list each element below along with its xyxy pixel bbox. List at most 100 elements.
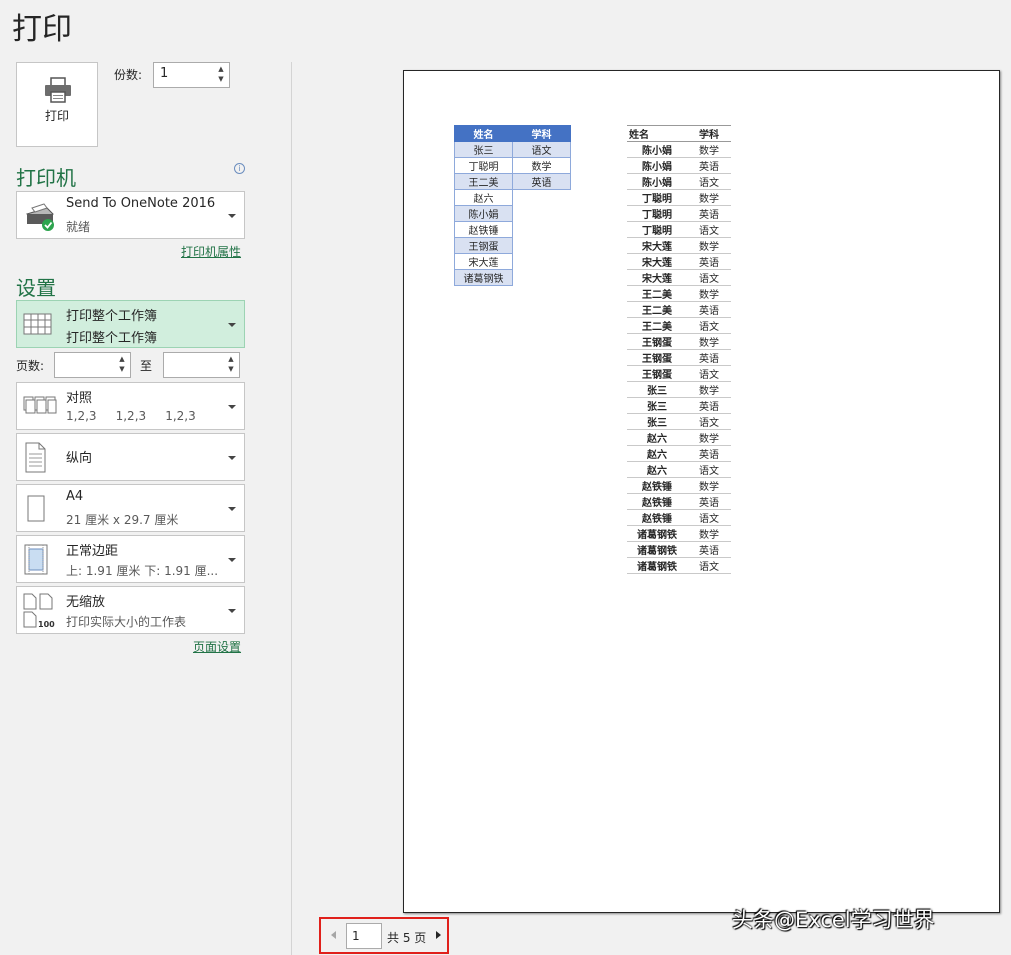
table-row: 陈小娟 英语	[627, 157, 731, 174]
table-row: 王钢蛋 数学	[627, 333, 731, 350]
table-cell: 赵铁锤	[454, 221, 513, 238]
table-cell: 王钢蛋	[627, 365, 687, 382]
pages-label: 页数:	[16, 359, 45, 373]
table-header-cell: 姓名	[627, 125, 687, 142]
pages-from-input[interactable]: ▲ ▼	[54, 352, 131, 378]
table-cell: 丁聪明	[627, 189, 687, 206]
table-row: 赵六 英语	[627, 445, 731, 462]
print-button[interactable]: 打印	[16, 62, 98, 147]
paper-icon	[27, 495, 45, 522]
table-row: 诸葛钢铁 数学	[627, 525, 731, 542]
table-row: 宋大莲 数学	[627, 237, 731, 254]
preview-table-1: 姓名 学科 张三 语文 丁聪明 数学 王二美 英语 赵六 陈小娟 赵铁锤 王钢蛋 宋大莲 诸葛钢铁	[454, 125, 571, 286]
paper-size-line1: A4	[66, 489, 84, 504]
info-icon[interactable]: i	[234, 163, 245, 174]
table-cell: 数学	[687, 141, 731, 158]
table-cell: 赵铁锤	[627, 493, 687, 510]
spinner-arrows-icon[interactable]: ▲ ▼	[226, 354, 236, 374]
chevron-down-icon	[228, 609, 236, 613]
table-row: 丁聪明 数学	[627, 189, 731, 206]
table-cell: 数学	[687, 285, 731, 302]
table-cell: 宋大莲	[627, 237, 687, 254]
table-cell: 语文	[687, 269, 731, 286]
watermark: 头条@Excel学习世界	[732, 908, 935, 932]
chevron-down-icon	[228, 507, 236, 511]
paper-size-line2: 21 厘米 x 29.7 厘米	[66, 513, 179, 527]
table-row: 赵六 语文	[627, 461, 731, 478]
table-row: 诸葛钢铁 英语	[627, 541, 731, 558]
table-cell: 诸葛钢铁	[627, 557, 687, 574]
table-cell: 王二美	[627, 301, 687, 318]
chevron-down-icon	[228, 456, 236, 460]
table-cell: 张三	[627, 381, 687, 398]
table-row: 陈小娟	[454, 205, 571, 222]
current-page-input[interactable]: 1	[346, 923, 382, 949]
table-header-cell: 姓名	[454, 125, 513, 142]
next-page-icon[interactable]	[436, 931, 441, 939]
table-row: 诸葛钢铁 语文	[627, 557, 731, 574]
spinner-arrows-icon[interactable]: ▲ ▼	[216, 64, 226, 84]
copies-spinner[interactable]: 1 ▲ ▼	[153, 62, 230, 88]
table-row: 宋大莲	[454, 253, 571, 270]
svg-text:100: 100	[38, 620, 55, 629]
scaling-select[interactable]: 100 无缩放 打印实际大小的工作表	[16, 586, 245, 634]
table-header-row: 姓名 学科	[627, 125, 731, 142]
printer-select[interactable]: Send To OneNote 2016 就绪	[16, 191, 245, 239]
table-cell: 王二美	[454, 173, 513, 190]
table-cell: 英语	[512, 173, 571, 190]
margins-line1: 正常边距	[66, 544, 119, 559]
paper-size-select[interactable]: A4 21 厘米 x 29.7 厘米	[16, 484, 245, 532]
table-row: 王钢蛋 语文	[627, 365, 731, 382]
page-title: 打印	[12, 12, 72, 47]
table-cell	[513, 190, 571, 206]
no-scaling-icon: 100	[23, 593, 55, 629]
table-cell: 语文	[687, 365, 731, 382]
copies-label: 份数:	[114, 68, 143, 82]
table-cell: 数学	[687, 381, 731, 398]
printer-properties-link[interactable]: 打印机属性	[181, 243, 241, 260]
table-row: 宋大莲 英语	[627, 253, 731, 270]
table-row: 宋大莲 语文	[627, 269, 731, 286]
margins-line2: 上: 1.91 厘米 下: 1.91 厘...	[66, 564, 219, 578]
table-cell: 王钢蛋	[627, 349, 687, 366]
table-row: 赵铁锤 数学	[627, 477, 731, 494]
table-cell: 赵六	[627, 461, 687, 478]
table-row: 张三 数学	[627, 381, 731, 398]
table-cell: 英语	[687, 253, 731, 270]
table-cell: 语文	[512, 141, 571, 158]
pages-to-input[interactable]: ▲ ▼	[163, 352, 240, 378]
table-cell: 张三	[627, 413, 687, 430]
table-cell: 王二美	[627, 285, 687, 302]
chevron-down-icon	[228, 405, 236, 409]
orientation-select[interactable]: 纵向	[16, 433, 245, 481]
preview-table-2: 姓名 学科 陈小娟 数学 陈小娟 英语 陈小娟 语文 丁聪明 数学 丁聪明 英语 丁聪明 语文 宋大莲 数学宋…	[627, 125, 731, 574]
table-cell: 赵铁锤	[627, 509, 687, 526]
table-cell: 宋大莲	[454, 253, 513, 270]
table-cell: 英语	[687, 205, 731, 222]
table-cell: 英语	[687, 493, 731, 510]
table-cell: 英语	[687, 397, 731, 414]
table-cell: 数学	[687, 237, 731, 254]
table-cell: 语文	[687, 413, 731, 430]
print-scope-select[interactable]: 打印整个工作簿 打印整个工作簿	[16, 300, 245, 348]
table-row: 丁聪明 数学	[454, 157, 571, 174]
collate-select[interactable]: 对照 1,2,3 1,2,3 1,2,3	[16, 382, 245, 430]
table-cell: 丁聪明	[454, 157, 513, 174]
page-setup-link[interactable]: 页面设置	[193, 638, 241, 655]
chevron-down-icon	[228, 558, 236, 562]
table-header-row: 姓名 学科	[454, 125, 571, 142]
previous-page-icon[interactable]	[331, 931, 336, 939]
table-cell: 语文	[687, 557, 731, 574]
scaling-line2: 打印实际大小的工作表	[66, 615, 187, 629]
table-cell: 王二美	[627, 317, 687, 334]
table-cell: 语文	[687, 221, 731, 238]
table-row: 张三 语文	[454, 141, 571, 158]
page-navigator: 1 共 5 页	[319, 917, 449, 954]
table-row: 王二美 数学	[627, 285, 731, 302]
table-row: 陈小娟 数学	[627, 141, 731, 158]
spinner-arrows-icon[interactable]: ▲ ▼	[117, 354, 127, 374]
table-row: 赵六	[454, 189, 571, 206]
margins-select[interactable]: 正常边距 上: 1.91 厘米 下: 1.91 厘...	[16, 535, 245, 583]
table-row: 王钢蛋	[454, 237, 571, 254]
table-cell	[513, 270, 571, 286]
